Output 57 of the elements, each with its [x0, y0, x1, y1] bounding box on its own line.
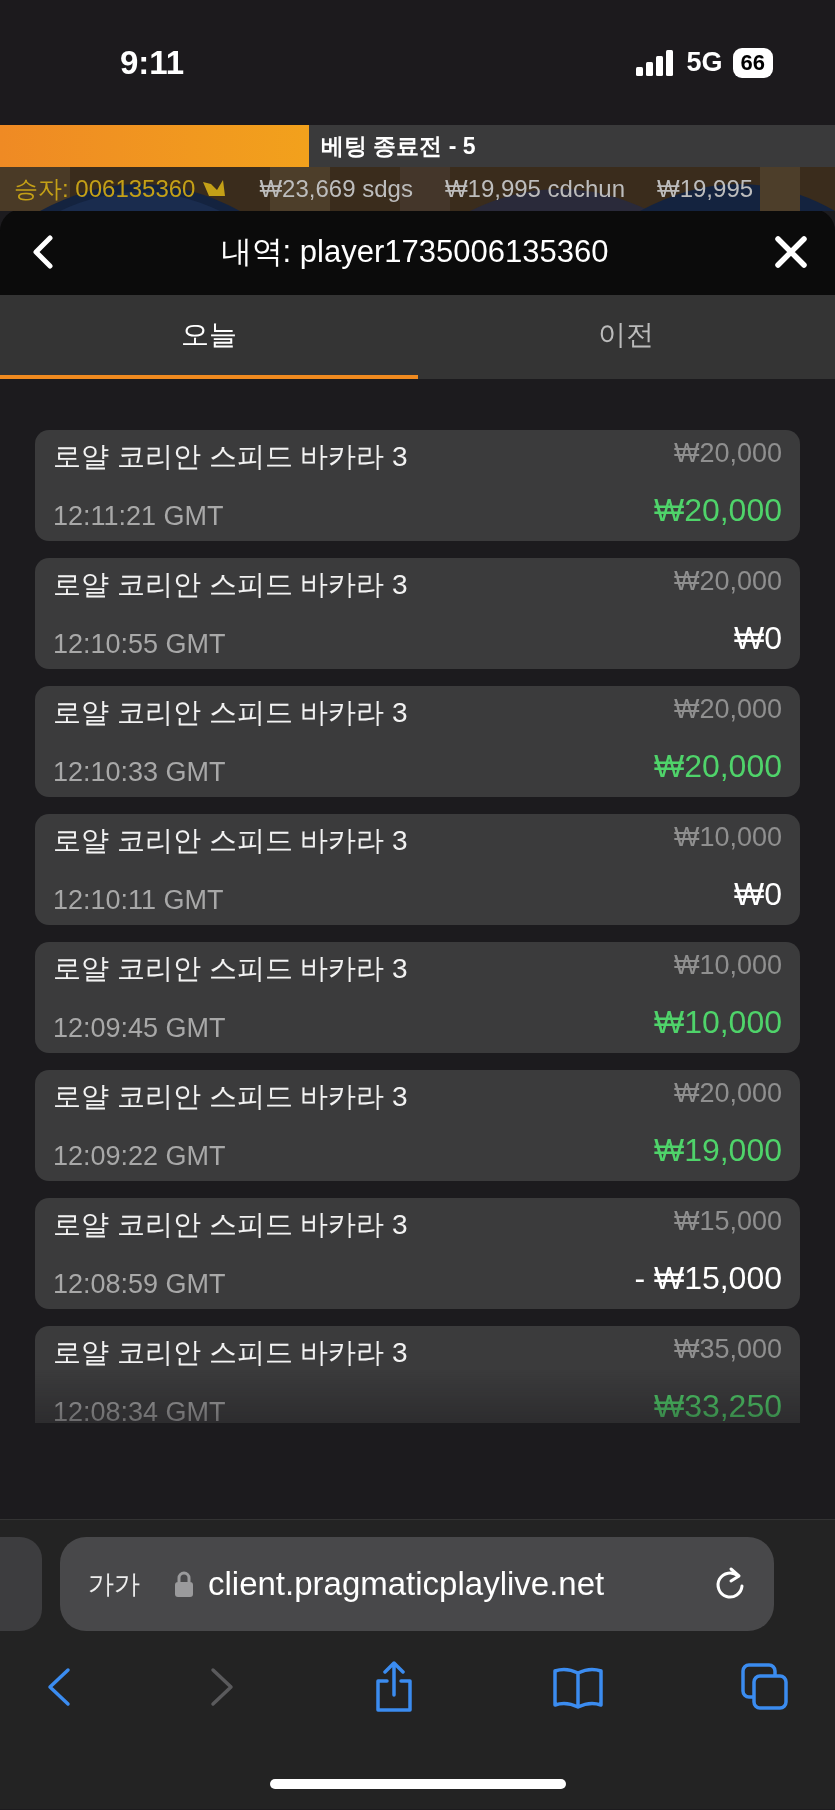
result-amount: ₩0: [733, 876, 782, 914]
result-amount: ₩20,000: [653, 492, 782, 530]
stake-amount: ₩20,000: [672, 1078, 782, 1110]
game-name: 로얄 코리안 스피드 바카라 3: [53, 1080, 409, 1114]
url-text: client.pragmaticplaylive.net: [208, 1565, 606, 1603]
stake-amount: ₩20,000: [673, 566, 782, 598]
battery-level: 66: [732, 47, 773, 78]
ticker-text: ₩19,995: [657, 175, 754, 203]
tab[interactable]: 이전: [417, 295, 835, 379]
countdown-label: 베팅 종료전 - 5: [319, 131, 476, 161]
result-amount: ₩20,000: [653, 748, 782, 786]
result-amount: - ₩15,000: [634, 1260, 782, 1298]
bet-time: 12:09:45 GMT: [53, 1013, 227, 1044]
game-name: 로얄 코리안 스피드 바카라 3: [53, 1336, 409, 1370]
result-amount: ₩19,000: [653, 1132, 782, 1170]
winner-text: 승자: 006135360: [14, 174, 196, 204]
tabs-button[interactable]: [741, 1663, 789, 1711]
game-name: 로얄 코리안 스피드 바카라 3: [53, 568, 409, 602]
game-name: 로얄 코리안 스피드 바카라 3: [53, 824, 409, 858]
bet-time: 12:10:33 GMT: [53, 757, 227, 788]
history-title: 내역: player1735006135360: [220, 233, 609, 271]
ticker-text: ₩19,995 cdchun: [444, 175, 625, 203]
bet-card[interactable]: 로얄 코리안 스피드 바카라 3 ₩20,000 12:11:21 GMT ₩20,000: [35, 430, 800, 541]
ticker-text: ₩23,669 sdgs: [259, 175, 413, 203]
stake-amount: ₩35,000: [672, 1334, 782, 1366]
stake-amount: ₩20,000: [672, 694, 782, 726]
game-name: 로얄 코리안 스피드 바카라 3: [53, 952, 409, 986]
bet-time: 12:09:22 GMT: [53, 1141, 227, 1172]
result-amount: ₩10,000: [653, 1004, 782, 1042]
lock-icon: [174, 1571, 194, 1597]
game-name: 로얄 코리안 스피드 바카라 3: [53, 1208, 409, 1242]
bet-card[interactable]: 로얄 코리안 스피드 바카라 3 ₩20,000 12:09:22 GMT ₩19,000: [35, 1070, 800, 1181]
bet-time: 12:11:21 GMT: [53, 501, 225, 532]
result-amount: ₩33,250: [653, 1388, 782, 1423]
network-label: 5G: [686, 47, 723, 78]
bet-card[interactable]: 로얄 코리안 스피드 바카라 3 ₩10,000 12:10:11 GMT ₩0: [35, 814, 800, 925]
text-size-button[interactable]: 가가: [88, 1566, 140, 1602]
bet-card[interactable]: 로얄 코리안 스피드 바카라 3 ₩35,000 12:08:34 GMT ₩33,250: [35, 1326, 800, 1423]
clock-time: 9:11: [120, 43, 185, 82]
bet-time: 12:10:55 GMT: [53, 629, 227, 660]
bet-time: 12:10:11 GMT: [53, 885, 225, 916]
stake-amount: ₩10,000: [672, 950, 782, 982]
stake-amount: ₩20,000: [672, 438, 782, 470]
tab[interactable]: 오늘: [0, 295, 418, 379]
game-name: 로얄 코리안 스피드 바카라 3: [53, 440, 409, 474]
bet-card[interactable]: 로얄 코리안 스피드 바카라 3 ₩10,000 12:09:45 GMT ₩10,000: [35, 942, 800, 1053]
result-amount: ₩0: [733, 620, 782, 658]
bet-card[interactable]: 로얄 코리안 스피드 바카라 3 ₩20,000 12:10:33 GMT ₩20,000: [35, 686, 800, 797]
stake-amount: ₩15,000: [672, 1206, 782, 1238]
bet-time: 12:08:34 GMT: [53, 1397, 227, 1423]
bet-card[interactable]: 로얄 코리안 스피드 바카라 3 ₩20,000 12:10:55 GMT ₩0: [35, 558, 800, 669]
bet-card[interactable]: 로얄 코리안 스피드 바카라 3 ₩15,000 12:08:59 GMT - ₩15,000: [35, 1198, 800, 1309]
address-bar[interactable]: 가가 client.pragmaticplaylive.net: [60, 1537, 774, 1631]
bet-time: 12:08:59 GMT: [53, 1269, 227, 1300]
bookmarks-button[interactable]: [551, 1665, 604, 1709]
stake-amount: ₩10,000: [673, 822, 782, 854]
game-name: 로얄 코리안 스피드 바카라 3: [53, 696, 409, 730]
